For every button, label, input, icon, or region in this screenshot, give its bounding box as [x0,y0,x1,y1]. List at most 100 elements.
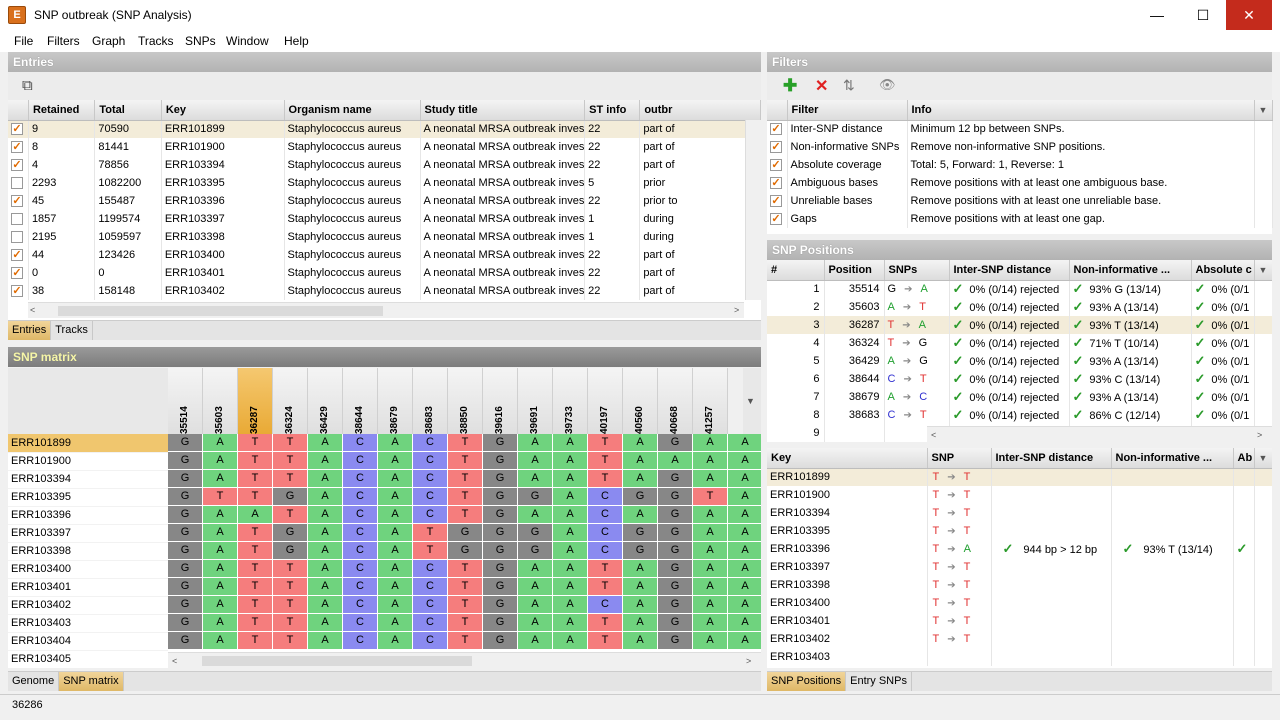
matrix-cell[interactable]: T [238,596,273,614]
tab-entry-snps[interactable]: Entry SNPs [846,672,912,691]
matrix-cell[interactable]: T [448,632,483,650]
matrix-cell[interactable]: G [168,560,203,578]
matrix-cell[interactable]: T [203,488,238,506]
col-check[interactable] [8,100,29,121]
matrix-cell[interactable]: A [203,578,238,596]
matrix-cell[interactable]: G [273,524,308,542]
matrix-cell[interactable]: G [168,506,203,524]
matrix-cell[interactable]: A [308,632,343,650]
matrix-cell[interactable]: A [378,506,413,524]
matrix-cell[interactable]: T [448,488,483,506]
matrix-row-key-row[interactable]: ERR103404 [8,632,168,651]
matrix-cell[interactable]: A [623,578,658,596]
matrix-cell[interactable]: A [378,470,413,488]
snp-position-row[interactable]: 8 38683 C ➔ T ✓ 0% (0/14) rejected ✓ 86% C (12/1… [767,406,1272,424]
matrix-cell[interactable]: A [553,560,588,578]
tab-tracks[interactable]: Tracks [51,321,93,340]
matrix-cell[interactable]: C [343,452,378,470]
filter-checkbox[interactable]: ✓ [770,177,782,190]
col-entry-key[interactable]: Key [767,448,928,469]
matrix-cell[interactable]: G [518,488,553,506]
matrix-cell[interactable]: T [413,542,448,560]
entry-checkbox[interactable]: ✓ [11,267,23,280]
matrix-row-key-row[interactable]: ERR103400 [8,560,168,579]
matrix-cell[interactable]: C [413,578,448,596]
matrix-cell[interactable]: A [693,506,728,524]
matrix-cell[interactable]: A [728,632,761,650]
matrix-cell[interactable]: T [238,452,273,470]
matrix-cell[interactable]: G [273,542,308,560]
matrix-cell[interactable]: A [728,434,761,452]
matrix-col-header[interactable]: 36429 [308,368,343,434]
matrix-cell[interactable]: A [203,506,238,524]
matrix-cell[interactable]: T [273,596,308,614]
matrix-row-key-row[interactable]: ERR103402 [8,596,168,615]
menu-graph[interactable]: Graph [92,34,125,48]
matrix-cell[interactable]: A [308,434,343,452]
matrix-col-header[interactable]: 38679 [378,368,413,434]
col-position[interactable]: Position [824,260,885,281]
matrix-cell[interactable]: T [273,434,308,452]
matrix-cell[interactable]: A [693,434,728,452]
matrix-cell[interactable]: T [238,434,273,452]
matrix-cell[interactable]: A [623,596,658,614]
matrix-cell[interactable]: A [693,560,728,578]
matrix-cell[interactable]: C [343,632,378,650]
matrix-cell[interactable]: G [658,560,693,578]
matrix-cell[interactable]: A [518,470,553,488]
entry-snp-row[interactable]: ERR103400 T ➔ T [767,594,1272,612]
matrix-cell[interactable]: A [378,542,413,560]
matrix-col-header[interactable]: 40197 [588,368,623,434]
scroll-left-icon[interactable]: < [30,303,35,317]
matrix-cell[interactable]: A [693,524,728,542]
entry-row[interactable]: 1857 1199574 ERR103397 Staphylococcus aureu… [8,210,761,228]
matrix-cell[interactable]: G [658,578,693,596]
matrix-cell[interactable]: A [518,632,553,650]
matrix-cell[interactable]: T [588,470,623,488]
entry-snp-row[interactable]: ERR103396 T ➔ A ✓ 944 bp > 12 bp ✓ 93% T (13/14… [767,540,1272,558]
matrix-cell[interactable]: C [413,632,448,650]
matrix-cell[interactable]: A [203,542,238,560]
matrix-cell[interactable]: A [623,560,658,578]
matrix-cell[interactable]: G [483,560,518,578]
matrix-cell[interactable]: T [238,578,273,596]
matrix-cell[interactable]: A [203,524,238,542]
matrix-cell[interactable]: A [308,470,343,488]
matrix-col-header[interactable]: 39616 [483,368,518,434]
scroll-right-icon[interactable]: > [746,654,751,668]
matrix-cell[interactable]: A [203,470,238,488]
matrix-row-key-row[interactable]: ERR103403 [8,614,168,633]
matrix-cell[interactable]: A [728,542,761,560]
matrix-cell[interactable]: A [378,524,413,542]
matrix-cell[interactable]: G [658,434,693,452]
entry-checkbox[interactable]: ✓ [11,249,23,262]
entry-snp-row[interactable]: ERR103394 T ➔ T [767,504,1272,522]
stack-icon[interactable]: ⧉ [22,77,33,94]
matrix-cell[interactable]: T [238,542,273,560]
entry-snp-row[interactable]: ERR103401 T ➔ T [767,612,1272,630]
matrix-cell[interactable]: C [588,506,623,524]
matrix-cell[interactable]: A [378,632,413,650]
matrix-row-key-row[interactable]: ERR103395 [8,488,168,507]
matrix-header-menu[interactable]: ▼ [743,368,761,434]
matrix-cell[interactable]: G [168,614,203,632]
matrix-cell[interactable]: A [728,578,761,596]
matrix-col-header[interactable]: 40560 [623,368,658,434]
matrix-cell[interactable]: C [343,614,378,632]
scroll-right-icon[interactable]: > [734,303,739,317]
matrix-cell[interactable]: A [203,434,238,452]
matrix-col-header[interactable]: 41257 [693,368,728,434]
filter-row[interactable]: ✓ Absolute coverage Total: 5, Forward: 1, … [767,156,1273,174]
matrix-cell[interactable]: T [588,614,623,632]
snp-position-row[interactable]: 1 35514 G ➔ A ✓ 0% (0/14) rejected ✓ 93% G (13/1… [767,280,1272,298]
matrix-cell[interactable]: A [378,452,413,470]
col-absolute-coverage[interactable]: Absolute c [1191,260,1255,281]
col-organism[interactable]: Organism name [284,100,421,121]
filter-row[interactable]: ✓ Ambiguous bases Remove positions with at… [767,174,1273,192]
matrix-cell[interactable]: G [483,470,518,488]
filter-row[interactable]: ✓ Gaps Remove positions with at least one … [767,210,1273,228]
matrix-cell[interactable]: T [238,632,273,650]
matrix-cell[interactable]: A [728,452,761,470]
menu-help[interactable]: Help [284,34,309,48]
matrix-row-key-row[interactable]: ERR103397 [8,524,168,543]
